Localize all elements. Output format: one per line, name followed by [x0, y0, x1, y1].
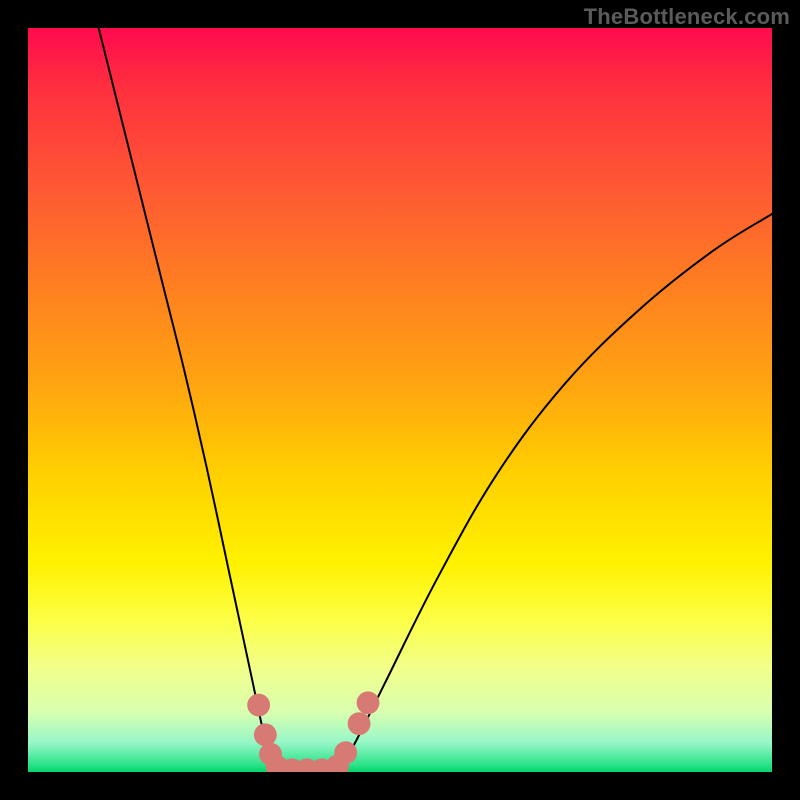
marker-point: [334, 741, 357, 764]
marker-layer: [247, 691, 379, 772]
series-left-branch: [99, 28, 279, 769]
plot-area: [28, 28, 772, 772]
series-right-branch: [337, 214, 772, 769]
chart-frame: TheBottleneck.com: [0, 0, 800, 800]
watermark-label: TheBottleneck.com: [584, 4, 790, 30]
marker-point: [357, 691, 380, 714]
curve-layer: [99, 28, 772, 771]
chart-svg: [28, 28, 772, 772]
marker-point: [247, 694, 270, 717]
marker-point: [254, 723, 277, 746]
marker-point: [348, 712, 371, 735]
